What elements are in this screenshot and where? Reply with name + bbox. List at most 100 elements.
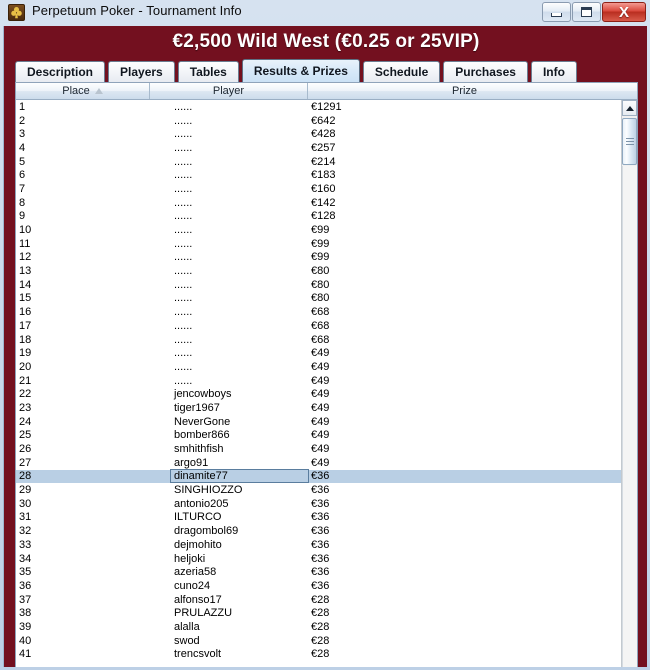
table-row[interactable]: 28 dinamite77 €36 <box>16 469 621 484</box>
table-row[interactable]: 27 argo91 €49 <box>16 456 621 470</box>
cell-prize: €183 <box>311 169 336 182</box>
cell-player-text: ...... <box>174 100 193 113</box>
table-row[interactable]: 16...... €68 <box>16 305 621 319</box>
table-row[interactable]: 23 tiger1967 €49 <box>16 401 621 415</box>
tab-description[interactable]: Description <box>15 61 106 82</box>
table-row[interactable]: 13...... €80 <box>16 264 621 278</box>
table-row[interactable]: 32 dragombol69 €36 <box>16 524 621 538</box>
table-row[interactable]: 41 trencsvolt €28 <box>16 648 621 662</box>
cell-place: 39 <box>19 620 32 633</box>
cell-prize: €68 <box>311 306 330 319</box>
cell-player-text: jencowboys <box>174 388 232 401</box>
cell-prize: €28 <box>311 620 330 633</box>
cell-player-text: bomber866 <box>174 429 230 442</box>
table-row[interactable]: 11...... €99 <box>16 237 621 251</box>
cell-player: azeria58 <box>150 566 308 578</box>
cell-place: 31 <box>19 511 32 524</box>
cell-player: ...... <box>150 292 308 304</box>
scroll-thumb[interactable] <box>622 118 637 165</box>
table-row[interactable]: 8...... €142 <box>16 196 621 210</box>
table-row[interactable]: 36 cuno24 €36 <box>16 579 621 593</box>
tab-info[interactable]: Info <box>530 61 577 82</box>
column-header-player[interactable]: Player <box>150 83 308 99</box>
cell-prize: €257 <box>311 141 336 154</box>
chevron-up-icon <box>625 105 634 111</box>
table-row[interactable]: 6...... €183 <box>16 168 621 182</box>
table-row[interactable]: 3...... €428 <box>16 127 621 141</box>
maximize-button[interactable] <box>572 2 601 22</box>
cell-prize: €1291 <box>311 100 342 113</box>
table-row[interactable]: 9...... €128 <box>16 210 621 224</box>
tab-schedule[interactable]: Schedule <box>362 61 441 82</box>
table-row[interactable]: 1...... €1291 <box>16 100 621 114</box>
table-row[interactable]: 30 antonio205 €36 <box>16 497 621 511</box>
table-row[interactable]: 4...... €257 <box>16 141 621 155</box>
table-row[interactable]: 29 SINGHIOZZO €36 <box>16 483 621 497</box>
cell-place: 18 <box>19 333 32 346</box>
cell-player: dinamite77 <box>150 469 309 484</box>
table-row[interactable]: 14...... €80 <box>16 278 621 292</box>
cell-place: 17 <box>19 319 32 332</box>
table-row[interactable]: 5...... €214 <box>16 155 621 169</box>
table-row[interactable]: 18...... €68 <box>16 333 621 347</box>
table-row[interactable]: 24 NeverGone €49 <box>16 415 621 429</box>
cell-player: dejmohito <box>150 539 308 551</box>
table-row[interactable]: 2...... €642 <box>16 114 621 128</box>
cell-place: 26 <box>19 443 32 456</box>
table-row[interactable]: 34 heljoki €36 <box>16 552 621 566</box>
tab-label: Schedule <box>374 65 429 79</box>
cell-player: cuno24 <box>150 580 308 592</box>
title-bar[interactable]: Perpetuum Poker - Tournament Info X <box>0 0 650 26</box>
table-row[interactable]: 21...... €49 <box>16 374 621 388</box>
table-row[interactable]: 20...... €49 <box>16 360 621 374</box>
table-row[interactable]: 17...... €68 <box>16 319 621 333</box>
table-row[interactable]: 15...... €80 <box>16 292 621 306</box>
tab-results-prizes[interactable]: Results & Prizes <box>241 59 360 82</box>
cell-player: smhithfish <box>150 443 308 455</box>
table-row[interactable]: 37 alfonso17 €28 <box>16 593 621 607</box>
cell-prize: €28 <box>311 634 330 647</box>
club-suit-icon <box>8 4 25 21</box>
table-row[interactable]: 26 smhithfish €49 <box>16 442 621 456</box>
scrollbar-track[interactable] <box>622 166 637 667</box>
cell-prize: €36 <box>311 497 330 510</box>
cell-place: 8 <box>19 196 26 209</box>
cell-player: ...... <box>150 375 308 387</box>
table-row[interactable]: 38 PRULAZZU €28 <box>16 606 621 620</box>
tab-tables[interactable]: Tables <box>177 61 239 82</box>
table-row[interactable]: 31 ILTURCO €36 <box>16 511 621 525</box>
column-header-place-label: Place <box>62 85 90 97</box>
cell-place: 29 <box>19 484 32 497</box>
column-header-place[interactable]: Place <box>16 83 150 99</box>
cell-player: NeverGone <box>150 416 308 428</box>
minimize-button[interactable] <box>542 2 571 22</box>
cell-prize: €36 <box>311 538 330 551</box>
table-row[interactable]: 40 swod €28 <box>16 634 621 648</box>
table-row[interactable]: 12...... €99 <box>16 251 621 265</box>
cell-player: ...... <box>150 320 308 332</box>
table-row[interactable]: 33 dejmohito €36 <box>16 538 621 552</box>
table-row[interactable]: 39 alalla €28 <box>16 620 621 634</box>
column-header-prize[interactable]: Prize <box>308 83 621 99</box>
vertical-scrollbar[interactable] <box>621 100 637 667</box>
table-row[interactable]: 19...... €49 <box>16 346 621 360</box>
table-body[interactable]: 1...... €1291 2...... €642 3...... €428 4.....… <box>16 100 621 667</box>
cell-player-text: alfonso17 <box>174 593 222 606</box>
tab-label: Tables <box>189 65 227 79</box>
scroll-up-button[interactable] <box>622 100 637 116</box>
table-row[interactable]: 22 jencowboys €49 <box>16 387 621 401</box>
table-row[interactable]: 35 azeria58 €36 <box>16 565 621 579</box>
table-row[interactable]: 7...... €160 <box>16 182 621 196</box>
cell-player: dragombol69 <box>150 525 308 537</box>
window-controls: X <box>541 2 646 23</box>
cell-prize: €68 <box>311 319 330 332</box>
close-button[interactable]: X <box>602 2 646 22</box>
cell-player-text: NeverGone <box>174 415 231 428</box>
table-row[interactable]: 10...... €99 <box>16 223 621 237</box>
table-row[interactable]: 25 bomber866 €49 <box>16 429 621 443</box>
cell-place: 36 <box>19 579 32 592</box>
cell-prize: €36 <box>311 511 330 524</box>
tab-purchases[interactable]: Purchases <box>443 61 528 82</box>
cell-player: ...... <box>150 361 308 373</box>
tab-players[interactable]: Players <box>108 61 175 82</box>
